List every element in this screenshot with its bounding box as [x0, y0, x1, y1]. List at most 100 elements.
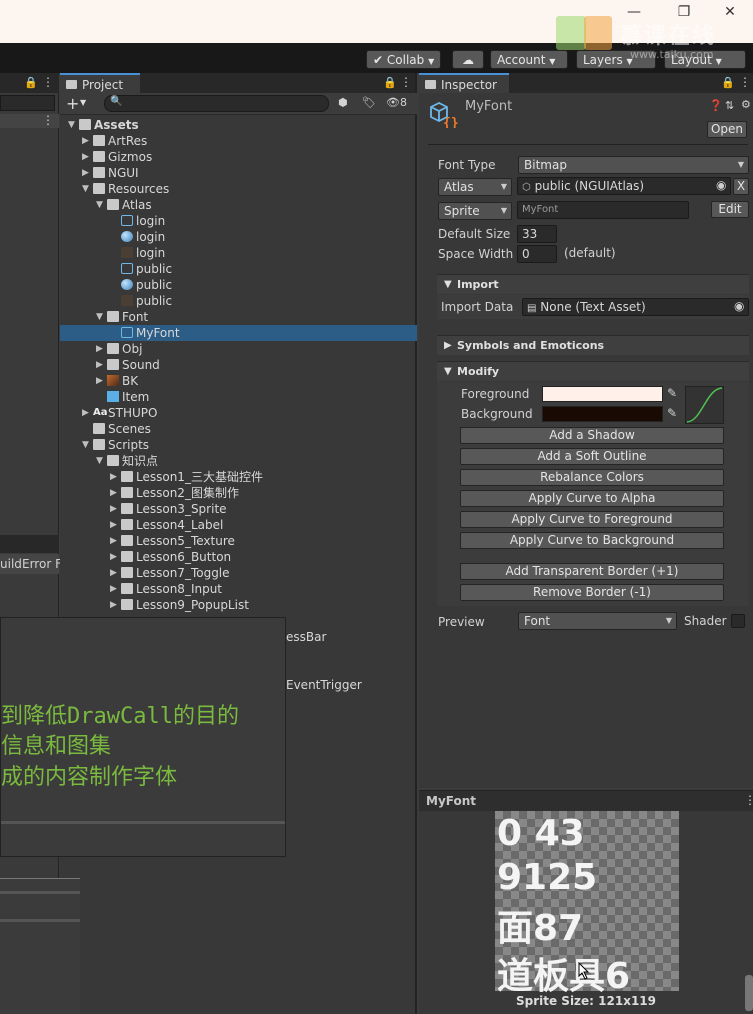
- chevron-down-icon[interactable]: ▼: [68, 117, 75, 133]
- default-size-input[interactable]: 33: [517, 225, 557, 243]
- lock-icon[interactable]: 🔒: [24, 76, 38, 89]
- import-section-header[interactable]: ▼ Import: [437, 274, 749, 294]
- close-button[interactable]: ✕: [720, 4, 740, 20]
- tree-item[interactable]: public: [60, 293, 417, 309]
- space-width-input[interactable]: 0: [517, 245, 557, 263]
- tree-item[interactable]: ▶ NGUI: [60, 165, 417, 181]
- modify-action-button[interactable]: Add a Shadow: [460, 427, 724, 444]
- cloud-button[interactable]: ☁: [452, 50, 484, 69]
- tree-item[interactable]: ▶ Lesson3_Sprite: [60, 501, 417, 517]
- tree-item[interactable]: ▶ Lesson7_Toggle: [60, 565, 417, 581]
- tree-item[interactable]: ▶ ArtRes: [60, 133, 417, 149]
- modify-action-button[interactable]: Add a Soft Outline: [460, 448, 724, 465]
- lock-icon[interactable]: 🔒: [721, 76, 735, 89]
- tree-item[interactable]: ▶ Lesson9_PopupList: [60, 597, 417, 613]
- hierarchy-search-input[interactable]: [0, 95, 55, 111]
- symbols-section-header[interactable]: ▶ Symbols and Emoticons: [437, 335, 749, 355]
- tree-item[interactable]: ▼ Resources: [60, 181, 417, 197]
- tree-item[interactable]: ▶ Sound: [60, 357, 417, 373]
- search-by-type-icon[interactable]: ⬢: [338, 96, 348, 109]
- tab-inspector[interactable]: Inspector: [419, 73, 509, 93]
- help-icon[interactable]: ❓: [709, 99, 723, 112]
- chevron-down-icon[interactable]: ▼: [96, 309, 103, 325]
- project-search-input[interactable]: 🔍: [104, 95, 329, 112]
- sprite-type-dropdown[interactable]: Sprite: [438, 202, 512, 220]
- kebab-menu-icon[interactable]: ⋮: [42, 113, 54, 127]
- atlas-object-field[interactable]: ⬡ public (NGUIAtlas): [517, 177, 731, 195]
- kebab-menu-icon[interactable]: ⋮: [739, 75, 751, 89]
- import-data-field[interactable]: ▤ None (Text Asset): [522, 298, 749, 316]
- collab-button[interactable]: ✔ Collab ▼: [366, 50, 441, 69]
- chevron-down-icon[interactable]: ▼: [82, 181, 89, 197]
- chevron-right-icon[interactable]: ▶: [110, 501, 117, 517]
- account-dropdown[interactable]: Account ▼: [490, 50, 568, 69]
- build-button[interactable]: uild: [0, 557, 22, 571]
- tree-item[interactable]: ▶ Lesson2_图集制作: [60, 485, 417, 501]
- tree-item[interactable]: ▼ Font: [60, 309, 417, 325]
- shader-checkbox[interactable]: [731, 614, 745, 628]
- tree-item[interactable]: ▶ Obj: [60, 341, 417, 357]
- tree-item[interactable]: ▶ Lesson1_三大基础控件: [60, 469, 417, 485]
- chevron-right-icon[interactable]: ▶: [110, 565, 117, 581]
- error-pause-button[interactable]: Error F: [22, 557, 62, 571]
- eyedropper-icon[interactable]: ✎: [667, 386, 677, 400]
- modify-section-header[interactable]: ▼ Modify: [437, 361, 749, 381]
- chevron-right-icon[interactable]: ▶: [110, 533, 117, 549]
- open-button[interactable]: Open: [707, 121, 747, 138]
- chevron-right-icon[interactable]: ▶: [96, 373, 103, 389]
- tree-item[interactable]: ▶ Gizmos: [60, 149, 417, 165]
- tree-item[interactable]: ▶ Lesson6_Button: [60, 549, 417, 565]
- lock-icon[interactable]: 🔒: [383, 76, 397, 89]
- curve-field[interactable]: [685, 386, 724, 424]
- modify-action-button[interactable]: Apply Curve to Foreground: [460, 511, 724, 528]
- chevron-right-icon[interactable]: ▶: [110, 597, 117, 613]
- tree-item[interactable]: ▶ Lesson5_Texture: [60, 533, 417, 549]
- foreground-color-swatch[interactable]: [542, 386, 663, 402]
- tree-item[interactable]: ▶ Lesson4_Label: [60, 517, 417, 533]
- chevron-down-icon[interactable]: ▼: [96, 197, 103, 213]
- chevron-right-icon[interactable]: ▶: [96, 341, 103, 357]
- font-type-dropdown[interactable]: Bitmap: [518, 156, 749, 174]
- tree-item[interactable]: login: [60, 213, 417, 229]
- tree-item[interactable]: Scenes: [60, 421, 417, 437]
- modify-action-button[interactable]: Apply Curve to Background: [460, 532, 724, 549]
- chevron-right-icon[interactable]: ▶: [82, 133, 89, 149]
- tree-item[interactable]: ▶ Aa STHUPO: [60, 405, 417, 421]
- chevron-right-icon[interactable]: ▶: [82, 405, 89, 421]
- add-icon[interactable]: +: [66, 94, 79, 113]
- tree-item[interactable]: Item: [60, 389, 417, 405]
- gear-icon[interactable]: ⚙: [741, 98, 751, 111]
- chevron-right-icon[interactable]: ▶: [110, 517, 117, 533]
- preview-dropdown[interactable]: Font: [518, 612, 677, 630]
- modify-action-button[interactable]: Apply Curve to Alpha: [460, 490, 724, 507]
- tree-item[interactable]: ▼ Scripts: [60, 437, 417, 453]
- sprite-name-input[interactable]: MyFont: [517, 201, 689, 219]
- chevron-down-icon[interactable]: ▼: [82, 437, 89, 453]
- tree-item[interactable]: ▼ Assets: [60, 117, 417, 133]
- object-picker-icon[interactable]: ◉: [734, 299, 744, 313]
- chevron-right-icon[interactable]: ▶: [82, 149, 89, 165]
- chevron-right-icon[interactable]: ▶: [110, 549, 117, 565]
- tab-project[interactable]: Project: [60, 73, 140, 93]
- label-tag-icon[interactable]: 🏷: [362, 96, 376, 109]
- border-action-button[interactable]: Remove Border (-1): [460, 584, 724, 601]
- chevron-right-icon[interactable]: ▶: [110, 485, 117, 501]
- edit-sprite-button[interactable]: Edit: [711, 201, 749, 218]
- atlas-type-dropdown[interactable]: Atlas: [438, 178, 512, 196]
- clear-atlas-button[interactable]: X: [733, 178, 749, 195]
- tree-item[interactable]: public: [60, 277, 417, 293]
- border-action-button[interactable]: Add Transparent Border (+1): [460, 563, 724, 580]
- kebab-menu-icon[interactable]: ⋮: [42, 75, 54, 89]
- kebab-menu-icon[interactable]: ⋮: [744, 793, 753, 807]
- object-picker-icon[interactable]: ◉: [716, 178, 726, 192]
- tree-item[interactable]: ▶ Lesson8_Input: [60, 581, 417, 597]
- chevron-right-icon[interactable]: ▶: [96, 357, 103, 373]
- kebab-menu-icon[interactable]: ⋮: [400, 75, 412, 89]
- chevron-down-icon[interactable]: ▼: [80, 98, 86, 107]
- background-color-swatch[interactable]: [542, 406, 663, 422]
- chevron-right-icon[interactable]: ▶: [110, 581, 117, 597]
- tree-item[interactable]: login: [60, 229, 417, 245]
- chevron-right-icon[interactable]: ▶: [82, 165, 89, 181]
- chevron-right-icon[interactable]: ▶: [110, 469, 117, 485]
- tree-item[interactable]: ▼ Atlas: [60, 197, 417, 213]
